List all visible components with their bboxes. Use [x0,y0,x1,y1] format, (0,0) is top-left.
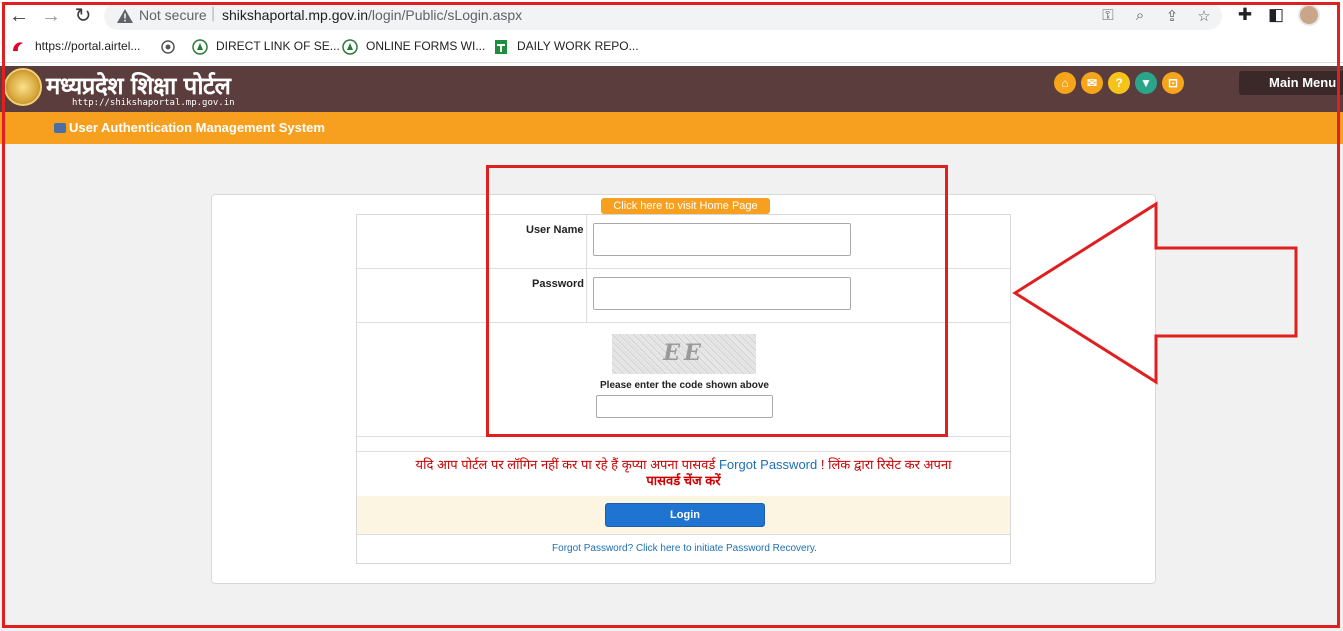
url-host: shikshaportal.mp.gov.in [222,7,369,23]
key-icon[interactable]: ⚿ [1098,7,1118,24]
bookmark-item[interactable]: DAILY WORK REPO... [517,39,639,53]
captcha-image: EE [612,334,756,374]
site-logo-icon [342,39,358,55]
mail-icon[interactable]: ✉ [1081,72,1103,94]
username-input[interactable] [593,223,851,256]
main-menu-button[interactable]: Main Menu [1239,71,1343,95]
airtel-icon [13,42,23,51]
trophy-icon[interactable]: ▼ [1135,72,1157,94]
notice-text: ! लिंक द्वारा रिसेट कर अपना [820,457,952,472]
site-logo-icon [192,39,208,55]
home-icon[interactable]: ⌂ [1054,72,1076,94]
password-reset-notice: यदि आप पोर्टल पर लॉगिन नहीं कर पा रहे है… [367,457,1000,489]
forward-icon[interactable]: → [38,4,64,28]
bookmark-item[interactable]: DIRECT LINK OF SE... [216,39,340,53]
sheets-icon [495,40,507,54]
share-icon[interactable]: ⇪ [1162,7,1182,25]
row-divider [357,436,1010,437]
notice-text: पासवर्ड चेंज करें [646,473,721,488]
captcha-input[interactable] [596,395,773,418]
reload-icon[interactable]: ↻ [70,4,96,28]
notice-text: यदि आप पोर्टल पर लॉगिन नहीं कर पा रहे है… [415,457,716,472]
bookmarks-bar: https://portal.airtel... DIRECT LINK OF … [0,33,1343,63]
captcha-code: EE [663,340,705,366]
home-page-link[interactable]: Click here to visit Home Page [601,198,770,214]
star-icon[interactable]: ☆ [1194,7,1214,25]
login-button[interactable]: Login [605,503,765,527]
row-divider [357,322,1010,323]
profile-avatar[interactable] [1298,4,1320,26]
bookmark-item[interactable]: https://portal.airtel... [35,39,140,53]
subtitle-bar: User Authentication Management System [0,112,1343,144]
url-path: /login/Public/sLogin.aspx [368,7,523,23]
column-divider [586,215,587,323]
row-divider [357,268,1010,269]
password-recovery-link[interactable]: Forgot Password? Click here to initiate … [457,543,912,554]
extensions-icon[interactable]: ✚ [1234,5,1256,25]
captcha-hint: Please enter the code shown above [600,380,769,391]
screenshot-frame: ← → ↻ Not secure | shikshaportal.mp.gov.… [0,0,1343,631]
help-icon[interactable]: ? [1108,72,1130,94]
users-icon [54,123,66,133]
lock-icon[interactable]: ⊡ [1162,72,1184,94]
site-header: मध्यप्रदेश शिक्षा पोर्टल http://shikshap… [0,66,1343,112]
subtitle-text: User Authentication Management System [69,120,325,135]
password-label: Password [532,278,584,290]
side-panel-icon[interactable]: ◧ [1265,5,1287,25]
row-divider [357,534,1010,535]
site-logo-url: http://shikshaportal.mp.gov.in [72,98,235,108]
row-divider [357,451,1010,452]
forgot-password-link[interactable]: Forgot Password [719,457,817,472]
back-icon[interactable]: ← [6,4,32,28]
address-bar[interactable]: Not secure | shikshaportal.mp.gov.in/log… [104,2,1222,30]
mp-emblem-icon [4,68,42,106]
zoom-icon[interactable]: ⌕ [1130,7,1150,24]
url-text[interactable]: shikshaportal.mp.gov.in/login/Public/sLo… [222,7,522,23]
password-input[interactable] [593,277,851,310]
browser-toolbar: ← → ↻ Not secure | shikshaportal.mp.gov.… [0,0,1343,33]
login-form: User Name Password EE Please enter the c… [356,214,1011,564]
username-label: User Name [526,224,584,236]
not-secure-label: Not secure [139,7,207,23]
warning-icon[interactable] [116,7,134,25]
url-separator: | [211,5,216,22]
emblem-icon [161,40,175,54]
bookmark-item[interactable]: ONLINE FORMS WI... [366,39,485,53]
